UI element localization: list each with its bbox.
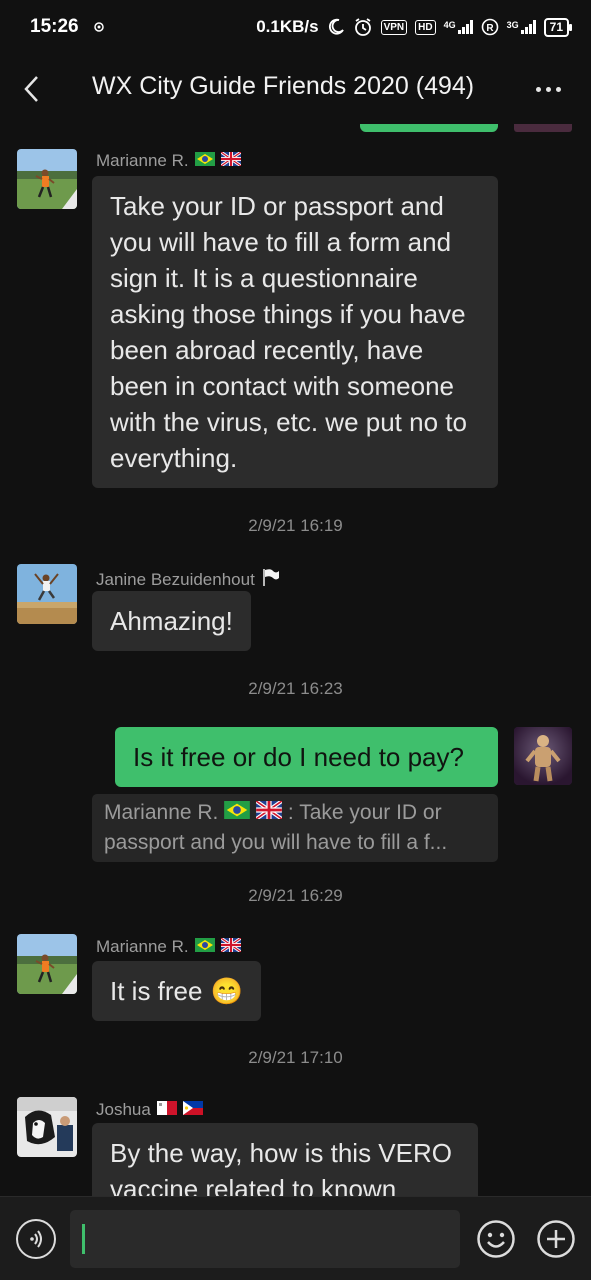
emoji-button[interactable]	[476, 1219, 516, 1259]
sender-name: Marianne R.	[96, 936, 242, 957]
message-bubble[interactable]: By the way, how is this VERO vaccine rel…	[92, 1123, 478, 1196]
voice-icon	[30, 1230, 42, 1248]
timestamp: 2/9/21 16:29	[248, 886, 343, 905]
sender-name: Janine Bezuidenhout	[96, 567, 281, 592]
battery-icon: 71	[543, 17, 573, 37]
status-bar: 15:26 0.1KB/s VPN HD 4G R 3G 71	[0, 0, 591, 54]
emoji-icon	[477, 1220, 515, 1258]
plus-icon	[537, 1220, 575, 1258]
message-bubble[interactable]: Ahmazing!	[92, 591, 251, 651]
hd-icon: HD	[415, 19, 436, 35]
sender-name: Marianne R.	[96, 150, 242, 171]
voice-button[interactable]	[16, 1219, 56, 1259]
quoted-message[interactable]: Marianne R. : Take your ID or passport a…	[92, 794, 498, 863]
message-text: Is it free or do I need to pay?	[133, 742, 464, 772]
uk-flag-icon	[219, 150, 242, 171]
chat-area[interactable]: Marianne R. Take your ID or passport and…	[0, 124, 591, 1196]
network-speed: 0.1KB/s	[256, 17, 319, 36]
plus-button[interactable]	[536, 1219, 576, 1259]
more-button[interactable]	[533, 76, 563, 102]
more-dot	[535, 86, 541, 92]
more-dot	[555, 86, 561, 92]
philippines-flag-icon	[182, 1100, 203, 1120]
uk-flag-icon	[255, 798, 284, 828]
more-dot	[545, 86, 551, 92]
brazil-flag-icon	[194, 937, 215, 957]
signal-4g-icon: 4G	[444, 20, 473, 34]
alarm-icon	[353, 17, 373, 37]
previous-self-avatar	[514, 124, 572, 132]
previous-message-bubble	[360, 124, 498, 132]
location-icon	[93, 21, 105, 33]
sender-name: Joshua	[96, 1100, 203, 1120]
timestamp: 2/9/21 16:19	[248, 516, 343, 535]
message-input[interactable]	[70, 1210, 460, 1268]
timestamp: 2/9/21 17:10	[248, 1048, 343, 1067]
brazil-flag-icon	[194, 151, 215, 171]
message-bubble[interactable]: It is free 😁	[92, 961, 261, 1021]
chat-title: WX City Guide Friends 2020 (494)	[92, 72, 475, 100]
malta-flag-icon	[156, 1100, 177, 1120]
white-flag-icon	[261, 567, 281, 592]
avatar[interactable]	[17, 1097, 77, 1157]
status-time: 15:26	[30, 16, 79, 37]
grinning-emoji-icon: 😁	[210, 976, 243, 1006]
registered-icon: R	[481, 18, 499, 36]
chevron-left-icon	[24, 76, 38, 102]
message-text: It is free	[110, 976, 203, 1006]
svg-text:R: R	[486, 23, 494, 34]
brazil-flag-icon	[224, 798, 251, 828]
avatar[interactable]	[17, 934, 77, 994]
avatar[interactable]	[17, 564, 77, 624]
signal-3g-icon: 3G	[507, 20, 536, 34]
input-bar	[0, 1196, 591, 1280]
timestamp: 2/9/21 16:23	[248, 679, 343, 698]
status-left: 15:26	[30, 16, 105, 38]
self-avatar[interactable]	[514, 727, 572, 785]
back-button[interactable]	[16, 72, 46, 106]
text-cursor	[82, 1224, 85, 1254]
message-text: By the way, how is this VERO vaccine rel…	[110, 1138, 452, 1196]
quote-sender: Marianne R.	[104, 801, 219, 824]
message-text: Take your ID or passport and you will ha…	[110, 191, 467, 473]
message-bubble[interactable]: Take your ID or passport and you will ha…	[92, 176, 498, 488]
vpn-icon: VPN	[380, 19, 408, 35]
status-right: 0.1KB/s VPN HD 4G R 3G 71	[256, 17, 573, 37]
moon-icon	[327, 18, 345, 36]
uk-flag-icon	[219, 936, 242, 957]
avatar[interactable]	[17, 149, 77, 209]
message-text: Ahmazing!	[110, 606, 233, 636]
chat-header: WX City Guide Friends 2020 (494)	[0, 54, 591, 124]
own-message-bubble[interactable]: Is it free or do I need to pay?	[115, 727, 498, 787]
